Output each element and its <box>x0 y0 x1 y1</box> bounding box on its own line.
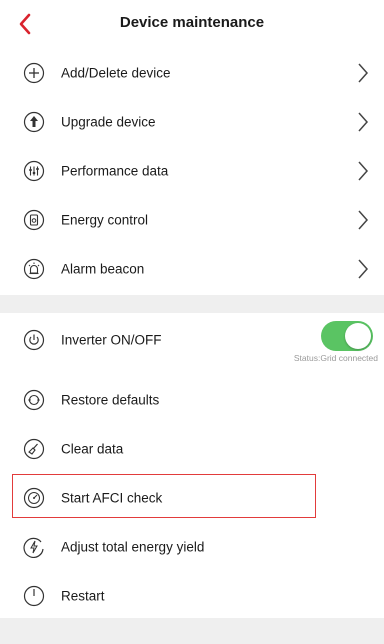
restore-defaults-item[interactable]: Restore defaults <box>0 375 384 424</box>
energy-control-icon <box>23 209 45 230</box>
item-label: Adjust total energy yield <box>61 539 205 554</box>
chevron-right-icon <box>358 161 369 180</box>
item-label: Upgrade device <box>61 114 156 129</box>
performance-data-item[interactable]: Performance data <box>0 146 384 195</box>
section-divider <box>0 295 384 313</box>
item-label: Clear data <box>61 441 124 456</box>
item-label: Energy control <box>61 212 149 227</box>
inverter-toggle-switch[interactable] <box>321 321 373 351</box>
adjust-total-energy-yield-item[interactable]: Adjust total energy yield <box>0 522 384 571</box>
item-label: Inverter ON/OFF <box>61 332 162 348</box>
page-title: Device maintenance <box>119 14 265 31</box>
afci-check-icon <box>23 487 45 508</box>
item-label: Alarm beacon <box>61 261 145 276</box>
inverter-status-text: Status:Grid connected <box>293 353 378 363</box>
toggle-knob <box>345 323 371 349</box>
item-label: Restore defaults <box>61 392 160 407</box>
clear-data-item[interactable]: Clear data <box>0 424 384 473</box>
device-menu-group: Add/Delete device Upgrade device Perform… <box>0 48 384 293</box>
alarm-beacon-icon <box>23 258 45 279</box>
bottom-filler <box>0 618 384 644</box>
item-label: Performance data <box>61 163 169 178</box>
clear-data-icon <box>23 438 45 459</box>
upgrade-arrow-icon <box>23 111 45 132</box>
chevron-right-icon <box>358 259 369 278</box>
start-afci-check-item[interactable]: Start AFCI check <box>0 473 384 522</box>
restore-icon <box>23 389 45 410</box>
header-bar: Device maintenance <box>0 0 384 48</box>
restart-item[interactable]: Restart <box>0 571 384 620</box>
chevron-right-icon <box>358 112 369 131</box>
sliders-icon <box>23 160 45 181</box>
energy-yield-icon <box>23 537 44 558</box>
item-label: Start AFCI check <box>61 490 163 505</box>
inverter-on-off-item: Inverter ON/OFF Status:Grid connected <box>0 313 384 375</box>
upgrade-device-item[interactable]: Upgrade device <box>0 97 384 146</box>
plus-circle-icon <box>23 62 45 83</box>
energy-control-item[interactable]: Energy control <box>0 195 384 244</box>
chevron-right-icon <box>358 210 369 229</box>
power-icon <box>23 329 45 351</box>
alarm-beacon-item[interactable]: Alarm beacon <box>0 244 384 293</box>
maintenance-actions-group: Inverter ON/OFF Status:Grid connected Re… <box>0 313 384 620</box>
restart-icon <box>23 585 45 606</box>
item-label: Add/Delete device <box>61 65 171 80</box>
add-delete-device-item[interactable]: Add/Delete device <box>0 48 384 97</box>
chevron-right-icon <box>358 63 369 82</box>
item-label: Restart <box>61 588 105 603</box>
